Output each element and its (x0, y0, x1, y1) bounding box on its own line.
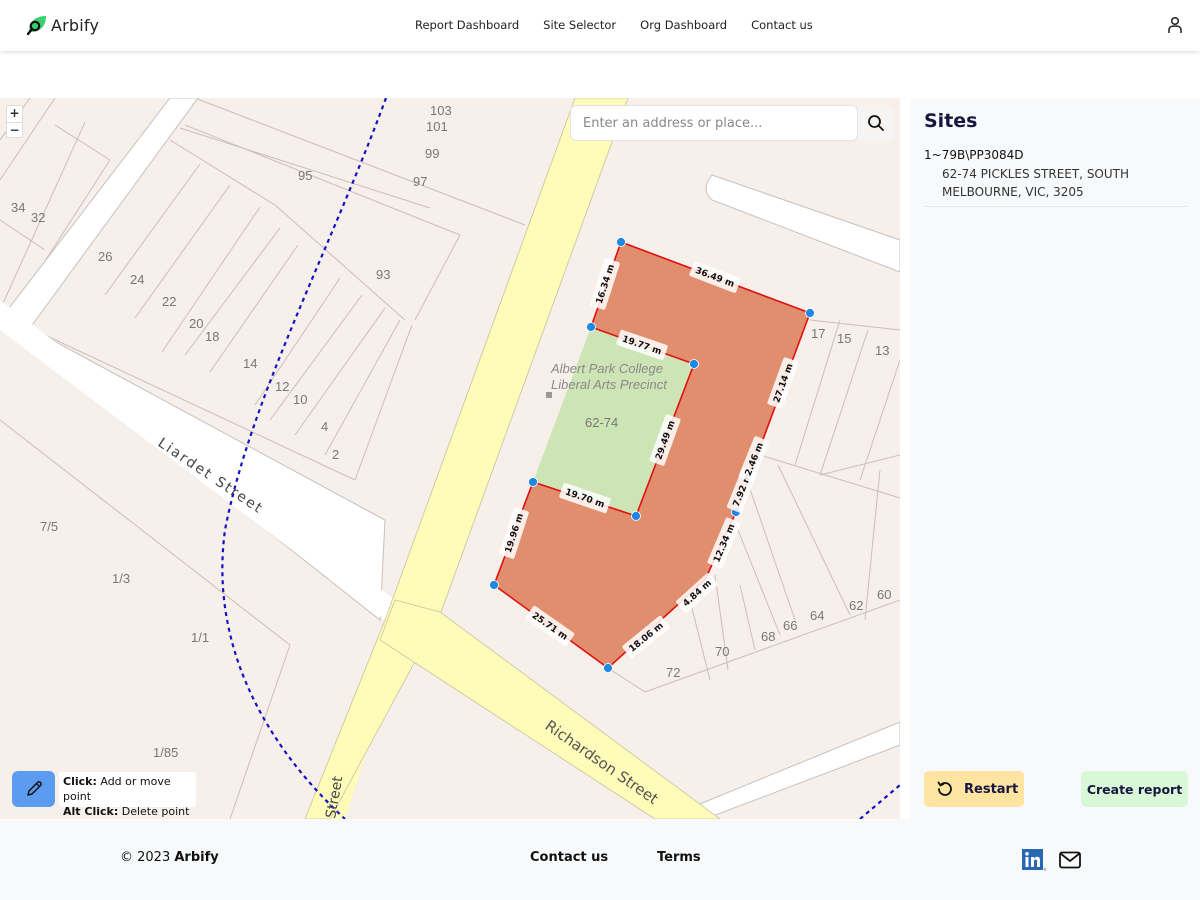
sites-title: Sites (924, 110, 978, 132)
divider (924, 206, 1188, 207)
draw-mode-button[interactable] (12, 771, 55, 807)
copyright-brand: Arbify (174, 850, 219, 865)
leaf-magnifier-logo-icon (26, 16, 46, 36)
copyright: © 2023 Arbify (120, 850, 219, 865)
measurement-label: 19.96 m (499, 507, 529, 559)
click-hint-label: Click: (63, 775, 97, 788)
measurement-label: 36.49 m (689, 261, 741, 293)
zoom-control: + − (6, 105, 23, 138)
sites-panel: Sites 1~79B\PP3084D 62-74 PICKLES STREET… (910, 98, 1200, 819)
measurement-label: 27.14 m (767, 357, 799, 409)
restart-label: Restart (964, 781, 1019, 797)
site-address: 62-74 PICKLES STREET, SOUTH MELBOURNE, V… (942, 167, 1130, 199)
nav-contact-us[interactable]: Contact us (751, 18, 813, 32)
zoom-out-button[interactable]: − (7, 122, 22, 138)
user-icon[interactable] (1167, 16, 1183, 34)
alt-click-hint-text: Delete point (121, 805, 190, 818)
address-search (570, 105, 858, 141)
measurement-label: 19.77 m (616, 329, 668, 361)
main-nav: Report Dashboard Site Selector Org Dashb… (415, 18, 813, 32)
measurement-label: 2.46 m (738, 436, 770, 482)
restart-icon (937, 781, 952, 796)
brand-name: Arbify (51, 15, 100, 35)
create-report-button[interactable]: Create report (1081, 771, 1188, 807)
map-canvas[interactable]: 103 101 99 97 95 93 34 32 26 24 22 20 18… (0, 98, 900, 819)
measurement-label: 16.34 m (590, 258, 620, 310)
alt-click-hint-label: Alt Click: (63, 805, 119, 818)
header: Arbify Report Dashboard Site Selector Or… (0, 0, 1200, 51)
measurement-label: 18.06 m (622, 615, 670, 659)
nav-site-selector[interactable]: Site Selector (543, 18, 616, 32)
site-id[interactable]: 1~79B\PP3084D (924, 148, 1024, 162)
footer-terms-link[interactable]: Terms (657, 850, 701, 865)
search-icon (868, 115, 884, 131)
copyright-year: © 2023 (120, 850, 171, 865)
search-button[interactable] (858, 105, 894, 141)
measurement-layer: 36.49 m 16.34 m 19.77 m 27.14 m 29.49 m 19.70… (499, 258, 799, 659)
linkedin-icon[interactable] (1022, 849, 1046, 871)
address-search-input[interactable] (571, 106, 857, 140)
measurement-label: 29.49 m (649, 414, 681, 466)
footer-contact-link[interactable]: Contact us (530, 850, 608, 865)
footer: © 2023 Arbify Contact us Terms (0, 819, 1200, 900)
nav-org-dashboard[interactable]: Org Dashboard (640, 18, 727, 32)
measurement-label: 4.84 m (676, 573, 718, 613)
restart-button[interactable]: Restart (924, 771, 1024, 807)
measurement-label: 25.71 m (525, 605, 575, 647)
measurement-label: 12.34 m (707, 517, 741, 569)
nav-report-dashboard[interactable]: Report Dashboard (415, 18, 519, 32)
brand-logo[interactable]: Arbify (25, 14, 99, 36)
mail-icon[interactable] (1059, 851, 1081, 869)
draw-help-tooltip: Click: Add or move point Alt Click: Dele… (59, 772, 196, 818)
measurement-label: 19.70 m (559, 482, 611, 514)
zoom-in-button[interactable]: + (7, 106, 22, 122)
pencil-icon (26, 781, 42, 796)
